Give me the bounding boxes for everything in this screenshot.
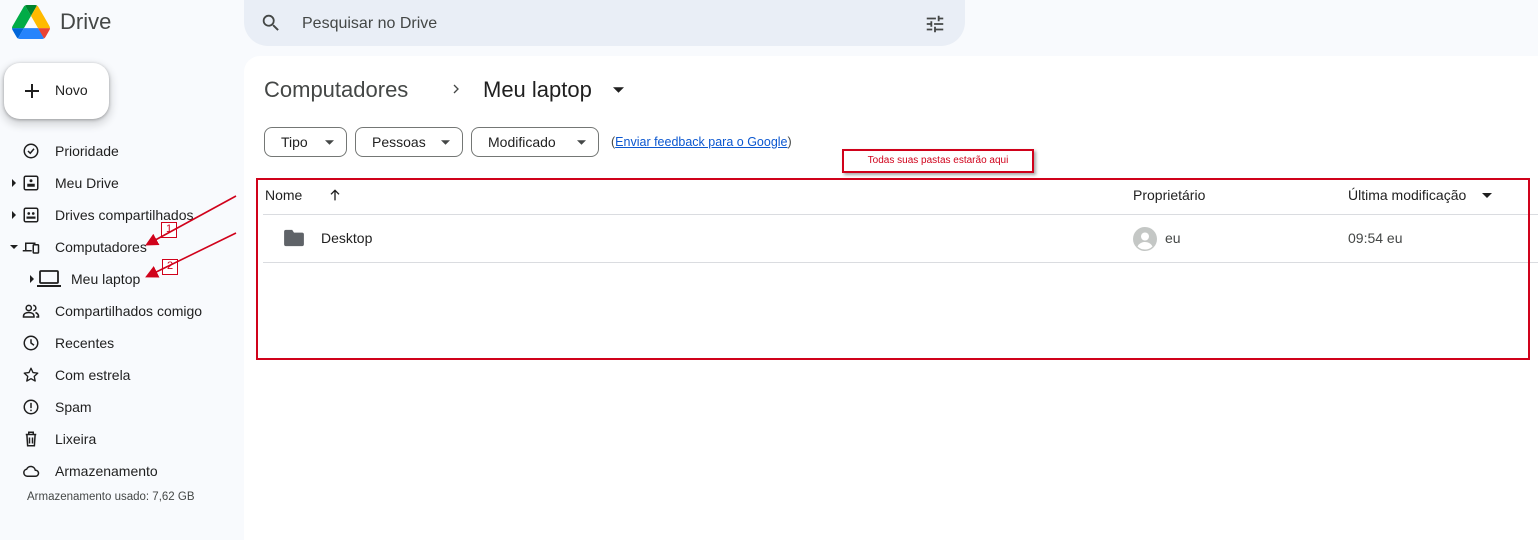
annotation-marker-1: 1 — [161, 222, 177, 238]
feedback-suffix: ) — [787, 135, 792, 149]
filter-people[interactable]: Pessoas — [355, 127, 463, 157]
filter-label: Tipo — [281, 134, 308, 150]
folder-icon — [284, 229, 304, 247]
shared-drives-icon — [23, 207, 39, 223]
search-input[interactable] — [300, 9, 904, 39]
priority-icon — [23, 143, 39, 159]
drive-logo-icon — [12, 5, 50, 39]
sidebar-item-storage[interactable]: Armazenamento — [0, 455, 244, 487]
avatar-icon — [1133, 227, 1157, 251]
feedback-link[interactable]: Enviar feedback para o Google — [615, 135, 787, 149]
laptop-icon — [37, 270, 61, 287]
sidebar-item-label: Recentes — [55, 335, 115, 351]
sidebar-item-label: Armazenamento — [55, 463, 158, 479]
sidebar-item-label: Compartilhados comigo — [55, 303, 203, 319]
filter-modified[interactable]: Modificado — [471, 127, 599, 157]
plus-icon — [25, 84, 39, 98]
sidebar-item-label: Meu laptop — [71, 271, 141, 287]
dropdown-caret-icon[interactable] — [613, 87, 624, 93]
sidebar-item-label: Prioridade — [55, 143, 119, 159]
table-header: Nome Proprietário Última modificação — [263, 178, 1538, 215]
sidebar-item-my-laptop[interactable]: Meu laptop — [0, 263, 244, 295]
storage-used-text: Armazenamento usado: 7,62 GB — [27, 491, 195, 503]
new-button-label: Novo — [55, 82, 88, 98]
expand-caret-icon[interactable] — [28, 275, 36, 283]
dropdown-caret-icon[interactable] — [1482, 193, 1492, 198]
sidebar-item-label: Meu Drive — [55, 175, 119, 191]
chevron-right-icon — [453, 84, 459, 94]
sidebar-item-label: Computadores — [55, 239, 147, 255]
breadcrumb-parent[interactable]: Computadores — [264, 77, 408, 103]
sidebar-item-label: Drives compartilhados — [55, 207, 194, 223]
annotation-marker-2: 2 — [162, 259, 178, 275]
expand-caret-icon[interactable] — [10, 179, 18, 187]
my-drive-icon — [23, 175, 39, 191]
trash-icon — [25, 431, 37, 447]
column-header-modified[interactable]: Última modificação — [1348, 187, 1466, 203]
search-icon[interactable] — [260, 12, 282, 34]
sidebar-item-priority[interactable]: Prioridade — [0, 135, 244, 167]
sidebar-item-computers[interactable]: Computadores — [0, 231, 244, 263]
dropdown-caret-icon — [325, 140, 334, 145]
filter-label: Modificado — [488, 134, 556, 150]
feedback-note: (Enviar feedback para o Google) — [611, 135, 792, 149]
main-content: Computadores Meu laptop Tipo Pessoas Mod… — [244, 56, 1538, 540]
column-header-name[interactable]: Nome — [265, 187, 302, 203]
app-title: Drive — [60, 9, 112, 34]
star-icon — [23, 367, 39, 382]
file-table: Nome Proprietário Última modificação Des… — [263, 178, 1538, 263]
file-owner: eu — [1165, 230, 1181, 246]
filter-label: Pessoas — [372, 134, 426, 150]
sidebar-item-shared-drives[interactable]: Drives compartilhados — [0, 199, 244, 231]
annotation-label: Todas suas pastas estarão aqui — [842, 149, 1034, 173]
sidebar-nav: Prioridade Meu Drive Drives compartilhad… — [0, 135, 244, 487]
sidebar-item-spam[interactable]: Spam — [0, 391, 244, 423]
expand-caret-icon[interactable] — [10, 211, 18, 219]
sidebar-item-label: Lixeira — [55, 431, 97, 447]
drive-logo[interactable]: Drive — [12, 5, 111, 39]
sort-ascending-icon[interactable] — [327, 186, 343, 204]
search-bar[interactable] — [244, 0, 965, 46]
file-modified: 09:54 eu — [1348, 230, 1403, 246]
sidebar-item-my-drive[interactable]: Meu Drive — [0, 167, 244, 199]
dropdown-caret-icon — [577, 140, 586, 145]
table-row[interactable]: Desktop eu 09:54 eu — [263, 215, 1538, 263]
sidebar-item-label: Com estrela — [55, 367, 131, 383]
file-name: Desktop — [321, 230, 373, 246]
cloud-icon — [23, 465, 40, 477]
sidebar-item-label: Spam — [55, 399, 92, 415]
new-button[interactable]: Novo — [4, 63, 109, 119]
column-header-owner[interactable]: Proprietário — [1133, 187, 1205, 203]
breadcrumb-current[interactable]: Meu laptop — [483, 77, 592, 103]
sidebar-item-starred[interactable]: Com estrela — [0, 359, 244, 391]
sidebar-item-recent[interactable]: Recentes — [0, 327, 244, 359]
collapse-caret-icon[interactable] — [10, 243, 18, 251]
shared-with-me-icon — [22, 304, 40, 318]
sidebar-item-shared-with-me[interactable]: Compartilhados comigo — [0, 295, 244, 327]
spam-icon — [23, 399, 39, 415]
computers-icon — [22, 242, 40, 254]
clock-icon — [23, 335, 39, 351]
sidebar-item-trash[interactable]: Lixeira — [0, 423, 244, 455]
filter-type[interactable]: Tipo — [264, 127, 347, 157]
dropdown-caret-icon — [441, 140, 450, 145]
search-options-icon[interactable] — [924, 13, 946, 35]
